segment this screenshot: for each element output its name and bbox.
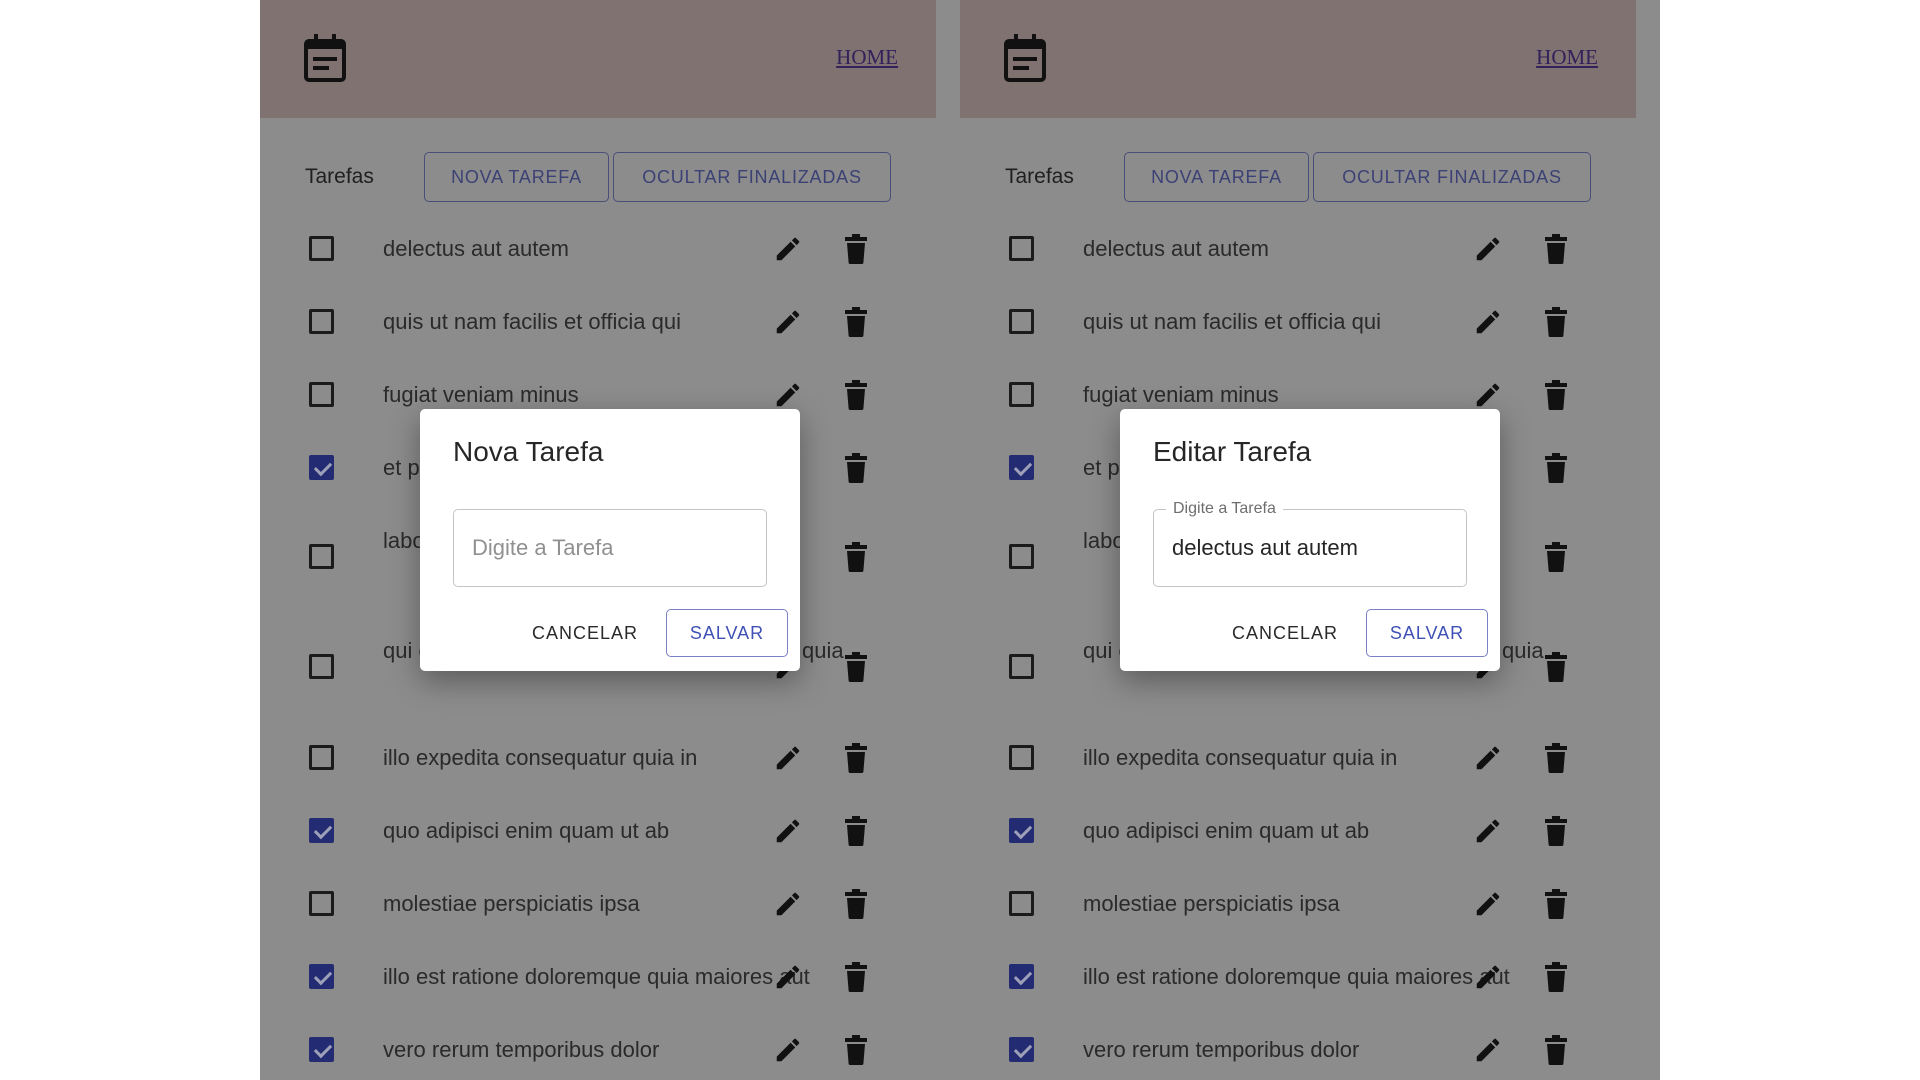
- trash-icon[interactable]: [844, 961, 868, 992]
- app-header: HOME: [960, 0, 1636, 118]
- dialog-title: Editar Tarefa: [1153, 436, 1312, 467]
- edit-icon[interactable]: [773, 1035, 803, 1065]
- trash-icon[interactable]: [1544, 652, 1568, 682]
- task-checkbox[interactable]: [309, 381, 334, 407]
- task-checkbox[interactable]: [1009, 1036, 1034, 1062]
- trash-icon[interactable]: [1544, 452, 1568, 483]
- hide-finished-button[interactable]: OCULTAR FINALIZADAS: [613, 152, 891, 202]
- edit-icon[interactable]: [773, 889, 803, 919]
- home-link[interactable]: HOME: [836, 45, 898, 70]
- task-input[interactable]: [1172, 532, 1452, 564]
- edit-icon[interactable]: [1473, 1035, 1503, 1065]
- edit-icon[interactable]: [1473, 234, 1503, 264]
- edit-icon[interactable]: [1473, 380, 1503, 410]
- task-checkbox[interactable]: [309, 454, 334, 480]
- app-header: HOME: [260, 0, 936, 118]
- cancel-button[interactable]: CANCELAR: [520, 609, 650, 657]
- task-input[interactable]: [472, 532, 752, 564]
- trash-icon[interactable]: [1544, 888, 1568, 919]
- edit-icon[interactable]: [773, 816, 803, 846]
- task-field: Digite a Tarefa: [1153, 500, 1467, 587]
- trash-icon[interactable]: [844, 379, 868, 410]
- tasks-label: Tarefas: [1005, 165, 1074, 188]
- hide-finished-button[interactable]: OCULTAR FINALIZADAS: [1313, 152, 1591, 202]
- trash-icon[interactable]: [844, 815, 868, 846]
- task-checkbox[interactable]: [1009, 454, 1034, 480]
- trash-icon[interactable]: [1544, 815, 1568, 846]
- trash-icon[interactable]: [844, 1034, 868, 1065]
- task-checkbox[interactable]: [309, 744, 334, 770]
- trash-icon[interactable]: [1544, 306, 1568, 337]
- task-checkbox[interactable]: [309, 654, 334, 679]
- new-task-dialog: Nova Tarefa CANCELAR SALVAR: [420, 409, 800, 671]
- task-checkbox[interactable]: [309, 235, 334, 261]
- save-button[interactable]: SALVAR: [666, 609, 788, 657]
- task-field: [453, 509, 767, 587]
- edit-icon[interactable]: [773, 380, 803, 410]
- task-toolbar: Tarefas NOVA TAREFA OCULTAR FINALIZADAS: [305, 152, 905, 202]
- trash-icon[interactable]: [844, 306, 868, 337]
- task-checkbox[interactable]: [1009, 544, 1034, 569]
- edit-icon[interactable]: [1473, 307, 1503, 337]
- task-checkbox[interactable]: [1009, 654, 1034, 679]
- save-button[interactable]: SALVAR: [1366, 609, 1488, 657]
- edit-icon[interactable]: [1473, 816, 1503, 846]
- trash-icon[interactable]: [1544, 542, 1568, 572]
- edit-icon[interactable]: [773, 962, 803, 992]
- task-toolbar: Tarefas NOVA TAREFA OCULTAR FINALIZADAS: [1005, 152, 1605, 202]
- task-checkbox[interactable]: [309, 1036, 334, 1062]
- edit-task-dialog: Editar Tarefa Digite a Tarefa CANCELAR S…: [1120, 409, 1500, 671]
- new-task-button[interactable]: NOVA TAREFA: [424, 152, 609, 202]
- trash-icon[interactable]: [844, 452, 868, 483]
- trash-icon[interactable]: [1544, 742, 1568, 773]
- task-checkbox[interactable]: [309, 963, 334, 989]
- task-checkbox[interactable]: [309, 544, 334, 569]
- trash-icon[interactable]: [844, 888, 868, 919]
- field-label: Digite a Tarefa: [1166, 500, 1283, 518]
- task-checkbox[interactable]: [309, 890, 334, 916]
- home-link[interactable]: HOME: [1536, 45, 1598, 70]
- trash-icon[interactable]: [844, 233, 868, 264]
- task-checkbox[interactable]: [1009, 308, 1034, 334]
- trash-icon[interactable]: [1544, 1034, 1568, 1065]
- trash-icon[interactable]: [1544, 961, 1568, 992]
- task-checkbox[interactable]: [309, 308, 334, 334]
- trash-icon[interactable]: [1544, 379, 1568, 410]
- calendar-icon: [1004, 34, 1046, 82]
- edit-icon[interactable]: [1473, 962, 1503, 992]
- task-checkbox[interactable]: [1009, 235, 1034, 261]
- dialog-title: Nova Tarefa: [453, 436, 604, 467]
- edit-icon[interactable]: [1473, 743, 1503, 773]
- trash-icon[interactable]: [844, 652, 868, 682]
- task-checkbox[interactable]: [309, 817, 334, 843]
- tasks-label: Tarefas: [305, 165, 374, 188]
- task-checkbox[interactable]: [1009, 381, 1034, 407]
- task-checkbox[interactable]: [1009, 890, 1034, 916]
- cancel-button[interactable]: CANCELAR: [1220, 609, 1350, 657]
- trash-icon[interactable]: [1544, 233, 1568, 264]
- edit-icon[interactable]: [773, 307, 803, 337]
- trash-icon[interactable]: [844, 742, 868, 773]
- task-checkbox[interactable]: [1009, 817, 1034, 843]
- edit-icon[interactable]: [773, 743, 803, 773]
- task-checkbox[interactable]: [1009, 963, 1034, 989]
- trash-icon[interactable]: [844, 542, 868, 572]
- new-task-button[interactable]: NOVA TAREFA: [1124, 152, 1309, 202]
- calendar-icon: [304, 34, 346, 82]
- edit-icon[interactable]: [773, 234, 803, 264]
- task-checkbox[interactable]: [1009, 744, 1034, 770]
- edit-icon[interactable]: [1473, 889, 1503, 919]
